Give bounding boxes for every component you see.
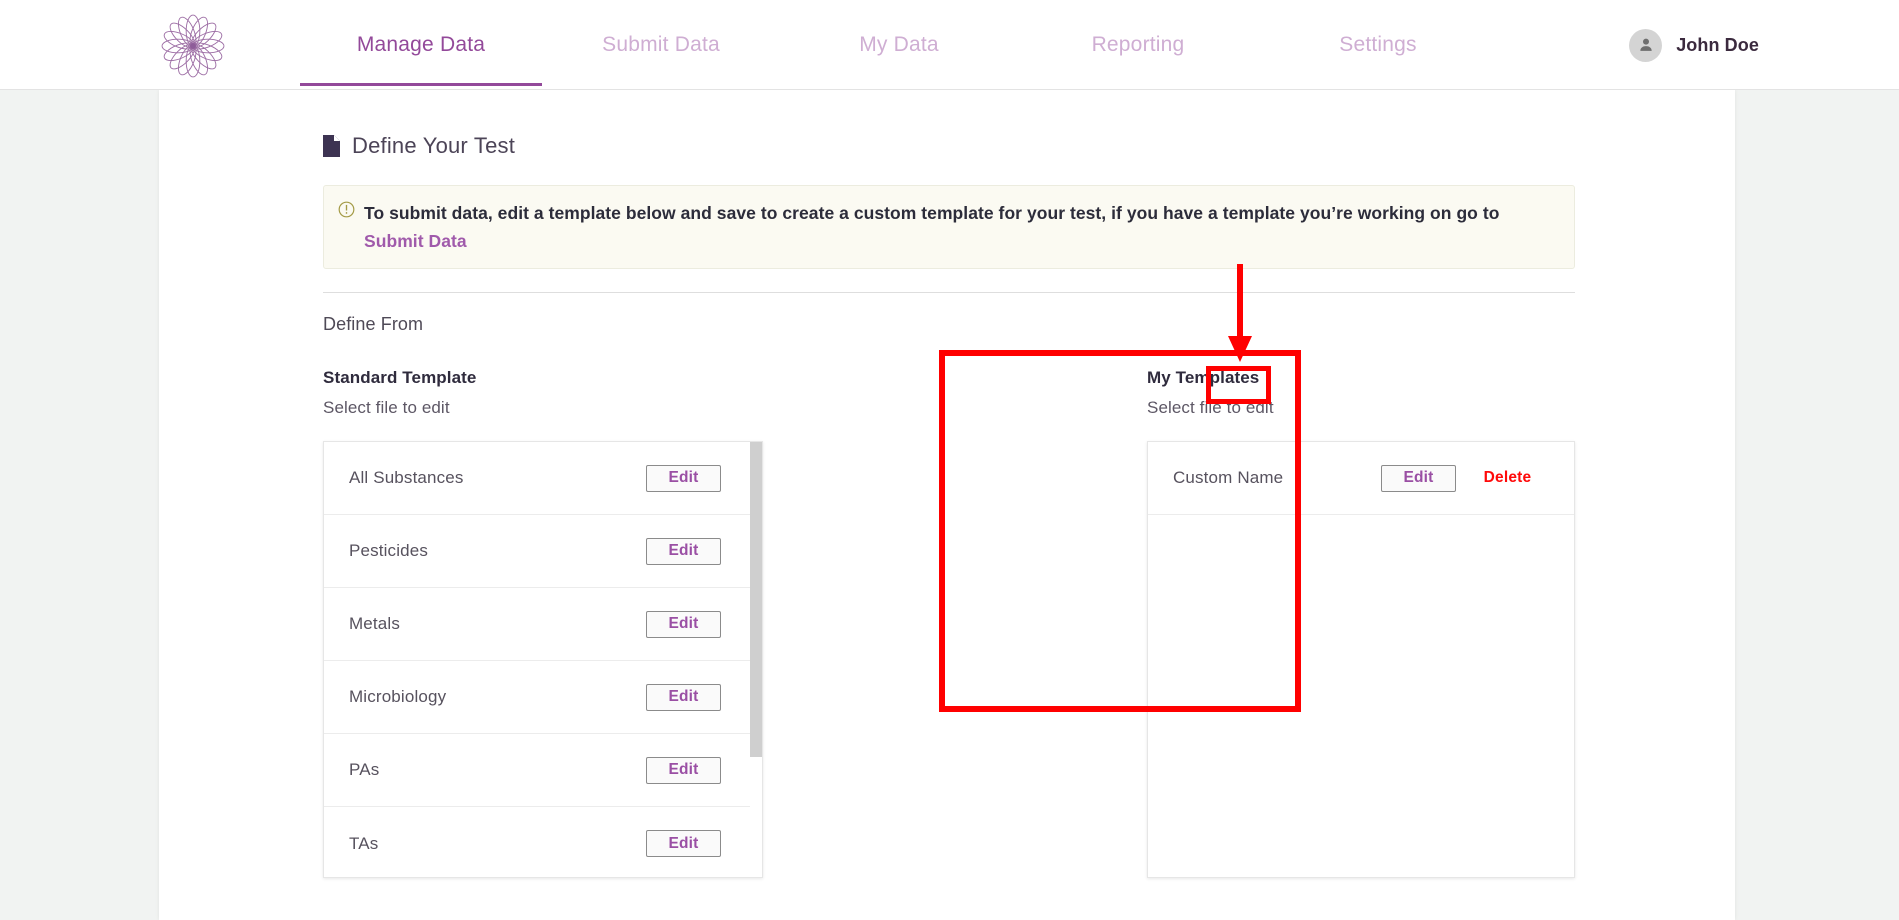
my-templates-column: My Templates Select file to edit Custom … <box>1147 368 1575 878</box>
template-name: PAs <box>349 760 380 779</box>
info-circle-icon <box>338 201 355 223</box>
template-name: TAs <box>349 833 379 853</box>
my-templates-subheading: Select file to edit <box>1147 398 1274 417</box>
tab-my-data[interactable]: My Data <box>780 0 1018 90</box>
tab-submit-data-label: Submit Data <box>602 33 720 56</box>
template-name: Metals <box>349 614 400 633</box>
template-name: All Substances <box>349 468 464 487</box>
info-banner-message: To submit data, edit a template below an… <box>364 203 1500 223</box>
tab-settings-label: Settings <box>1339 33 1417 56</box>
table-row[interactable]: TAs Edit <box>324 807 750 877</box>
tab-reporting[interactable]: Reporting <box>1018 0 1258 90</box>
edit-button[interactable]: Edit <box>646 537 721 565</box>
app-root: Manage Data Submit Data My Data Reportin… <box>0 0 1899 920</box>
edit-button[interactable]: Edit <box>646 756 721 784</box>
standard-template-list: All Substances Edit Pesticides Edit Meta… <box>323 441 763 878</box>
my-templates-list: Custom Name Edit Delete <box>1147 441 1575 878</box>
tab-submit-data[interactable]: Submit Data <box>542 0 780 90</box>
tab-reporting-label: Reporting <box>1091 33 1185 56</box>
page-content: Define Your Test To submit data, edit a … <box>323 130 1613 878</box>
table-row[interactable]: All Substances Edit <box>324 442 750 515</box>
person-icon <box>1640 38 1652 51</box>
standard-template-subheading: Select file to edit <box>323 398 450 417</box>
standard-template-heading: Standard Template <box>323 368 477 387</box>
define-from-label: Define From <box>323 314 424 334</box>
table-row[interactable]: PAs Edit <box>324 734 750 807</box>
mandala-flower-logo-icon <box>161 14 225 78</box>
user-menu[interactable]: John Doe <box>1629 0 1759 90</box>
mandala-flower-logo[interactable] <box>155 8 231 84</box>
template-name: Microbiology <box>349 687 447 706</box>
edit-button[interactable]: Edit <box>646 610 721 638</box>
table-row[interactable]: Custom Name Edit Delete <box>1148 442 1574 515</box>
tab-my-data-label: My Data <box>859 33 939 56</box>
table-row[interactable]: Pesticides Edit <box>324 515 750 588</box>
edit-button[interactable]: Edit <box>1381 464 1456 492</box>
user-name: John Doe <box>1676 34 1759 55</box>
page-title: Define Your Test <box>352 133 516 158</box>
info-banner-text: To submit data, edit a template below an… <box>364 199 1558 255</box>
standard-template-list-inner: All Substances Edit Pesticides Edit Meta… <box>324 442 750 877</box>
edit-button[interactable]: Edit <box>646 464 721 492</box>
info-banner: To submit data, edit a template below an… <box>323 185 1575 269</box>
document-icon <box>323 135 340 157</box>
section-divider <box>323 292 1575 293</box>
tab-settings[interactable]: Settings <box>1258 0 1498 90</box>
avatar <box>1629 28 1663 62</box>
tab-manage-data[interactable]: Manage Data <box>300 0 542 90</box>
edit-button[interactable]: Edit <box>646 683 721 711</box>
top-navigation-bar: Manage Data Submit Data My Data Reportin… <box>0 0 1899 90</box>
submit-data-link[interactable]: Submit Data <box>364 231 467 251</box>
table-row[interactable]: Metals Edit <box>324 588 750 661</box>
template-name: Pesticides <box>349 541 428 560</box>
list-scrollbar-track[interactable] <box>750 442 762 877</box>
table-row[interactable]: Microbiology Edit <box>324 661 750 734</box>
page-title-row: Define Your Test <box>323 130 1613 162</box>
delete-button[interactable]: Delete <box>1470 464 1545 492</box>
list-scrollbar-thumb[interactable] <box>750 442 762 757</box>
tab-manage-data-label: Manage Data <box>356 33 486 56</box>
page-panel: Define Your Test To submit data, edit a … <box>159 90 1735 920</box>
my-templates-heading: My Templates <box>1147 368 1260 387</box>
main-navigation: Manage Data Submit Data My Data Reportin… <box>300 0 1498 90</box>
edit-button[interactable]: Edit <box>646 830 721 857</box>
custom-template-name: Custom Name <box>1173 468 1284 487</box>
standard-template-column: Standard Template Select file to edit Al… <box>323 368 823 878</box>
